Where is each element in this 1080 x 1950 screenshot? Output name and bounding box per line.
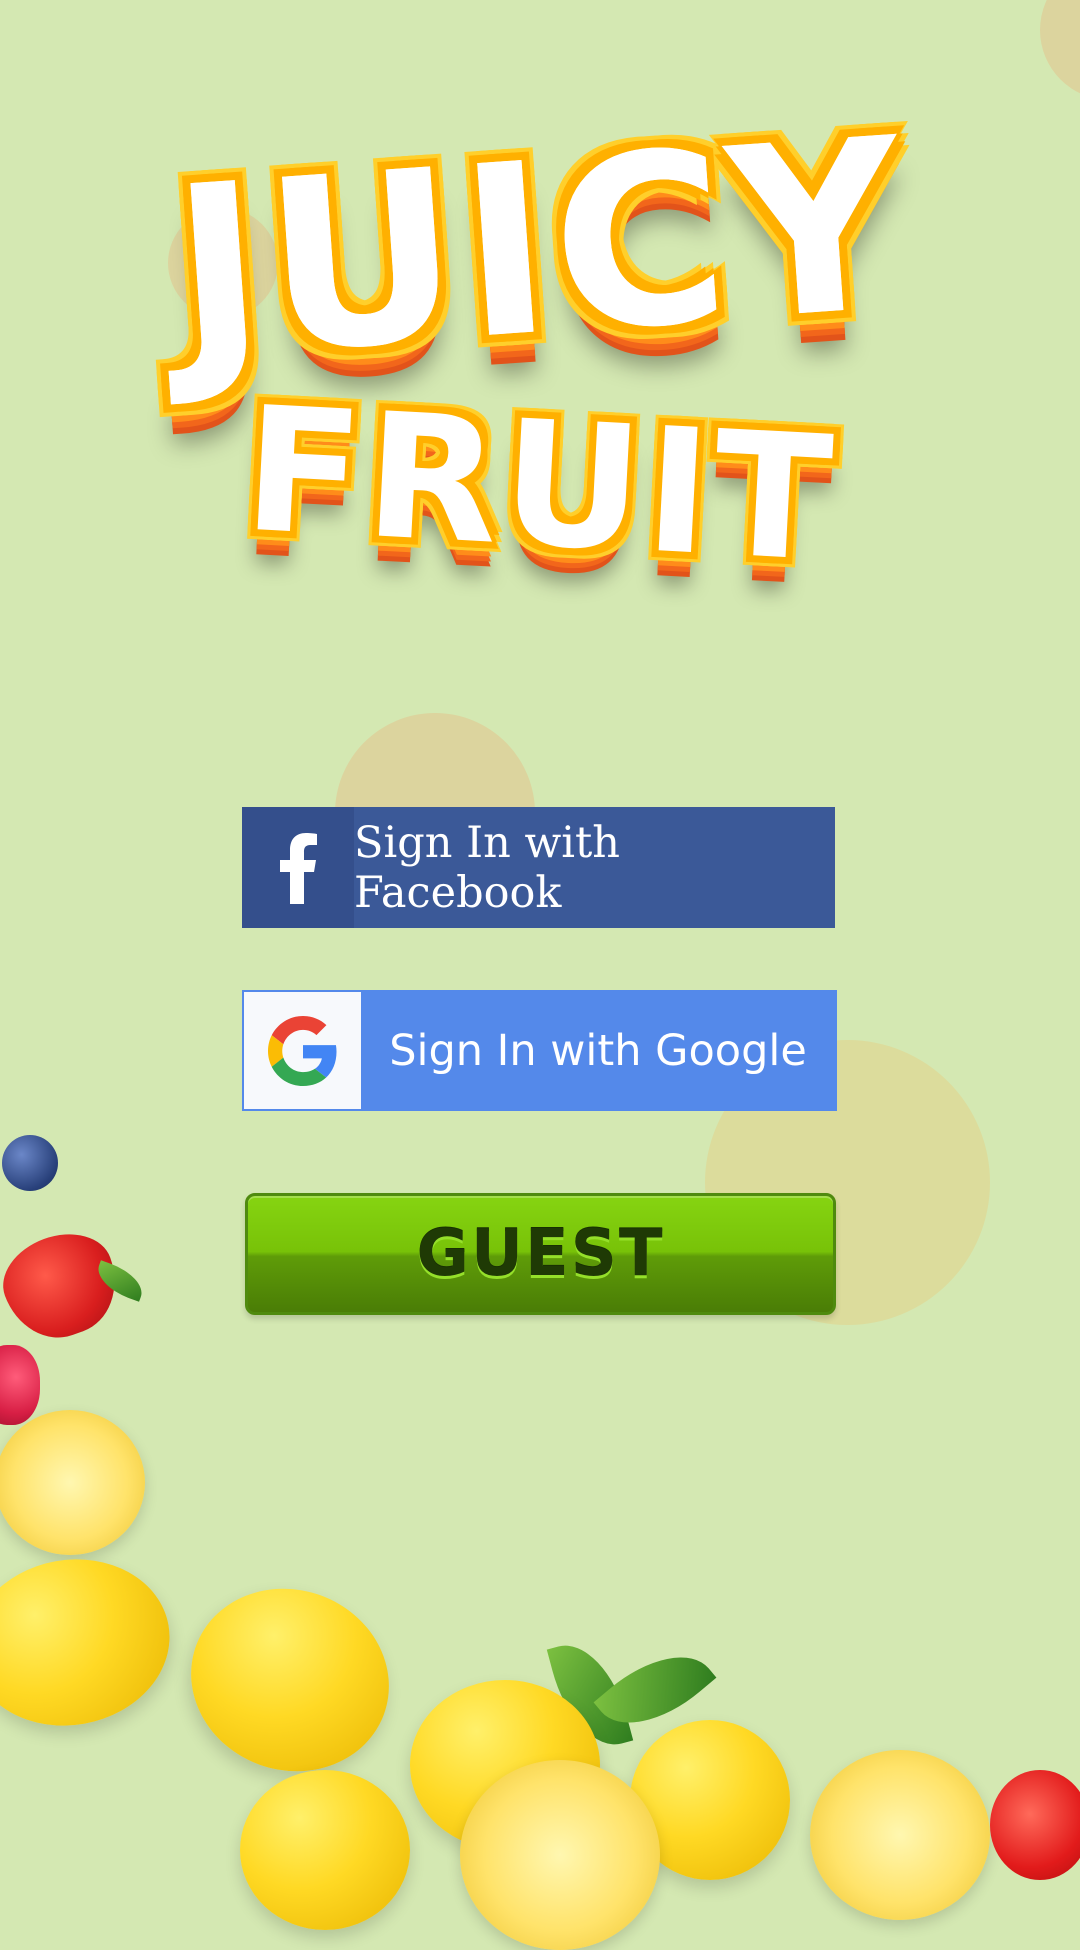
google-signin-label: Sign In with Google — [389, 1025, 807, 1076]
facebook-icon-box — [242, 807, 354, 928]
guest-label: GUEST — [416, 1217, 665, 1291]
facebook-icon — [280, 832, 317, 904]
lemon-image — [240, 1770, 410, 1930]
facebook-signin-label: Sign In with Facebook — [354, 817, 620, 918]
tomato-image — [990, 1770, 1080, 1880]
facebook-signin-button[interactable]: Sign In with Facebook — [242, 807, 835, 928]
logo-title-juicy: JUICY — [165, 86, 915, 413]
lemon-half-image — [810, 1750, 990, 1920]
lemon-half-image — [460, 1760, 660, 1950]
google-icon-box — [244, 992, 361, 1109]
lemon-half-image — [0, 1410, 145, 1555]
guest-button[interactable]: GUEST — [245, 1193, 836, 1315]
game-logo: JUICY FRUIT — [0, 87, 1080, 610]
logo-title-fruit: FRUIT — [239, 368, 841, 601]
google-signin-button[interactable]: Sign In with Google — [242, 990, 837, 1111]
google-icon — [267, 1015, 337, 1086]
blueberry-image — [2, 1135, 58, 1191]
strawberry-image — [0, 1219, 148, 1353]
